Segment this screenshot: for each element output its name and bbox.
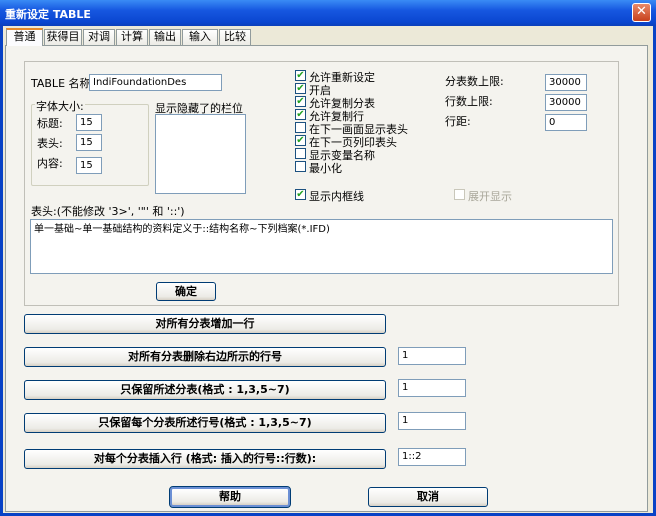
max-rows-input[interactable]: 30000 bbox=[545, 94, 587, 111]
checkbox-header-next-screen[interactable] bbox=[295, 122, 306, 133]
checkbox-expand-display[interactable] bbox=[454, 189, 465, 200]
max-subtables-label: 分表数上限: bbox=[445, 75, 504, 88]
insert-rows-input[interactable]: 1::2 bbox=[398, 448, 466, 466]
minimize-label: 最小化 bbox=[309, 162, 342, 175]
max-rows-label: 行数上限: bbox=[445, 95, 493, 108]
table-name-input[interactable]: IndiFoundationDes bbox=[89, 74, 222, 91]
help-button[interactable]: 帮助 bbox=[169, 486, 291, 508]
tab-compare[interactable]: 比较 bbox=[219, 29, 251, 45]
keep-rows-button[interactable]: 只保留每个分表所述行号(格式 : 1,3,5~7) bbox=[24, 413, 386, 433]
row-spacing-input[interactable]: 0 bbox=[545, 114, 587, 131]
close-button[interactable]: ✕ bbox=[632, 3, 651, 22]
checkbox-open[interactable]: ✔ bbox=[295, 83, 306, 94]
checkbox-show-variable-names[interactable] bbox=[295, 148, 306, 159]
delete-rows-input[interactable]: 1 bbox=[398, 347, 466, 365]
table-name-label: TABLE 名称: bbox=[31, 77, 95, 90]
keep-subtables-input[interactable]: 1 bbox=[398, 379, 466, 397]
close-icon: ✕ bbox=[636, 4, 647, 19]
tab-general[interactable]: 普通 bbox=[6, 28, 43, 46]
font-title-input[interactable]: 15 bbox=[76, 114, 102, 131]
hidden-columns-list[interactable] bbox=[155, 114, 246, 194]
checkbox-print-header-next-page[interactable]: ✔ bbox=[295, 135, 306, 146]
tab-fetch[interactable]: 获得目 bbox=[44, 29, 82, 45]
window-title: 重新设定 TABLE bbox=[5, 8, 91, 21]
tab-calculate[interactable]: 计算 bbox=[116, 29, 148, 45]
add-row-all-subtables-button[interactable]: 对所有分表增加一行 bbox=[24, 314, 386, 334]
confirm-button[interactable]: 确定 bbox=[156, 282, 216, 301]
delete-rows-button[interactable]: 对所有分表删除右边所示的行号 bbox=[24, 347, 386, 367]
tab-output[interactable]: 输出 bbox=[149, 29, 181, 45]
expand-display-label: 展开显示 bbox=[468, 190, 512, 203]
max-subtables-input[interactable]: 30000 bbox=[545, 74, 587, 91]
inner-border-label: 显示内框线 bbox=[309, 190, 364, 203]
font-title-label: 标题: bbox=[37, 117, 63, 130]
checkbox-allow-copy-subtable[interactable]: ✔ bbox=[295, 96, 306, 107]
checkbox-allow-reset[interactable]: ✔ bbox=[295, 70, 306, 81]
font-content-label: 内容: bbox=[37, 157, 63, 170]
cancel-button[interactable]: 取消 bbox=[368, 487, 488, 507]
keep-subtables-button[interactable]: 只保留所述分表(格式 : 1,3,5~7) bbox=[24, 380, 386, 400]
insert-rows-button[interactable]: 对每个分表插入行 (格式: 插入的行号::行数): bbox=[24, 449, 386, 469]
font-size-group-label: 字体大小: bbox=[35, 98, 85, 114]
font-content-input[interactable]: 15 bbox=[76, 157, 102, 174]
checkbox-minimize[interactable] bbox=[295, 161, 306, 172]
title-bar[interactable]: 重新设定 TABLE ✕ bbox=[0, 0, 656, 26]
font-header-input[interactable]: 15 bbox=[76, 134, 102, 151]
checkbox-allow-copy-row[interactable]: ✔ bbox=[295, 109, 306, 120]
tab-swap[interactable]: 对调 bbox=[83, 29, 115, 45]
tab-input[interactable]: 输入 bbox=[182, 29, 218, 45]
keep-rows-input[interactable]: 1 bbox=[398, 412, 466, 430]
font-header-label: 表头: bbox=[37, 137, 63, 150]
row-spacing-label: 行距: bbox=[445, 115, 471, 128]
header-note-label: 表头:(不能修改 '3>', '"' 和 '::') bbox=[31, 205, 185, 218]
checkbox-inner-border[interactable]: ✔ bbox=[295, 189, 306, 200]
header-textarea[interactable]: 单一基础~单一基础结构的资料定义于::结构名称~下列档案(*.IFD) bbox=[30, 219, 613, 274]
